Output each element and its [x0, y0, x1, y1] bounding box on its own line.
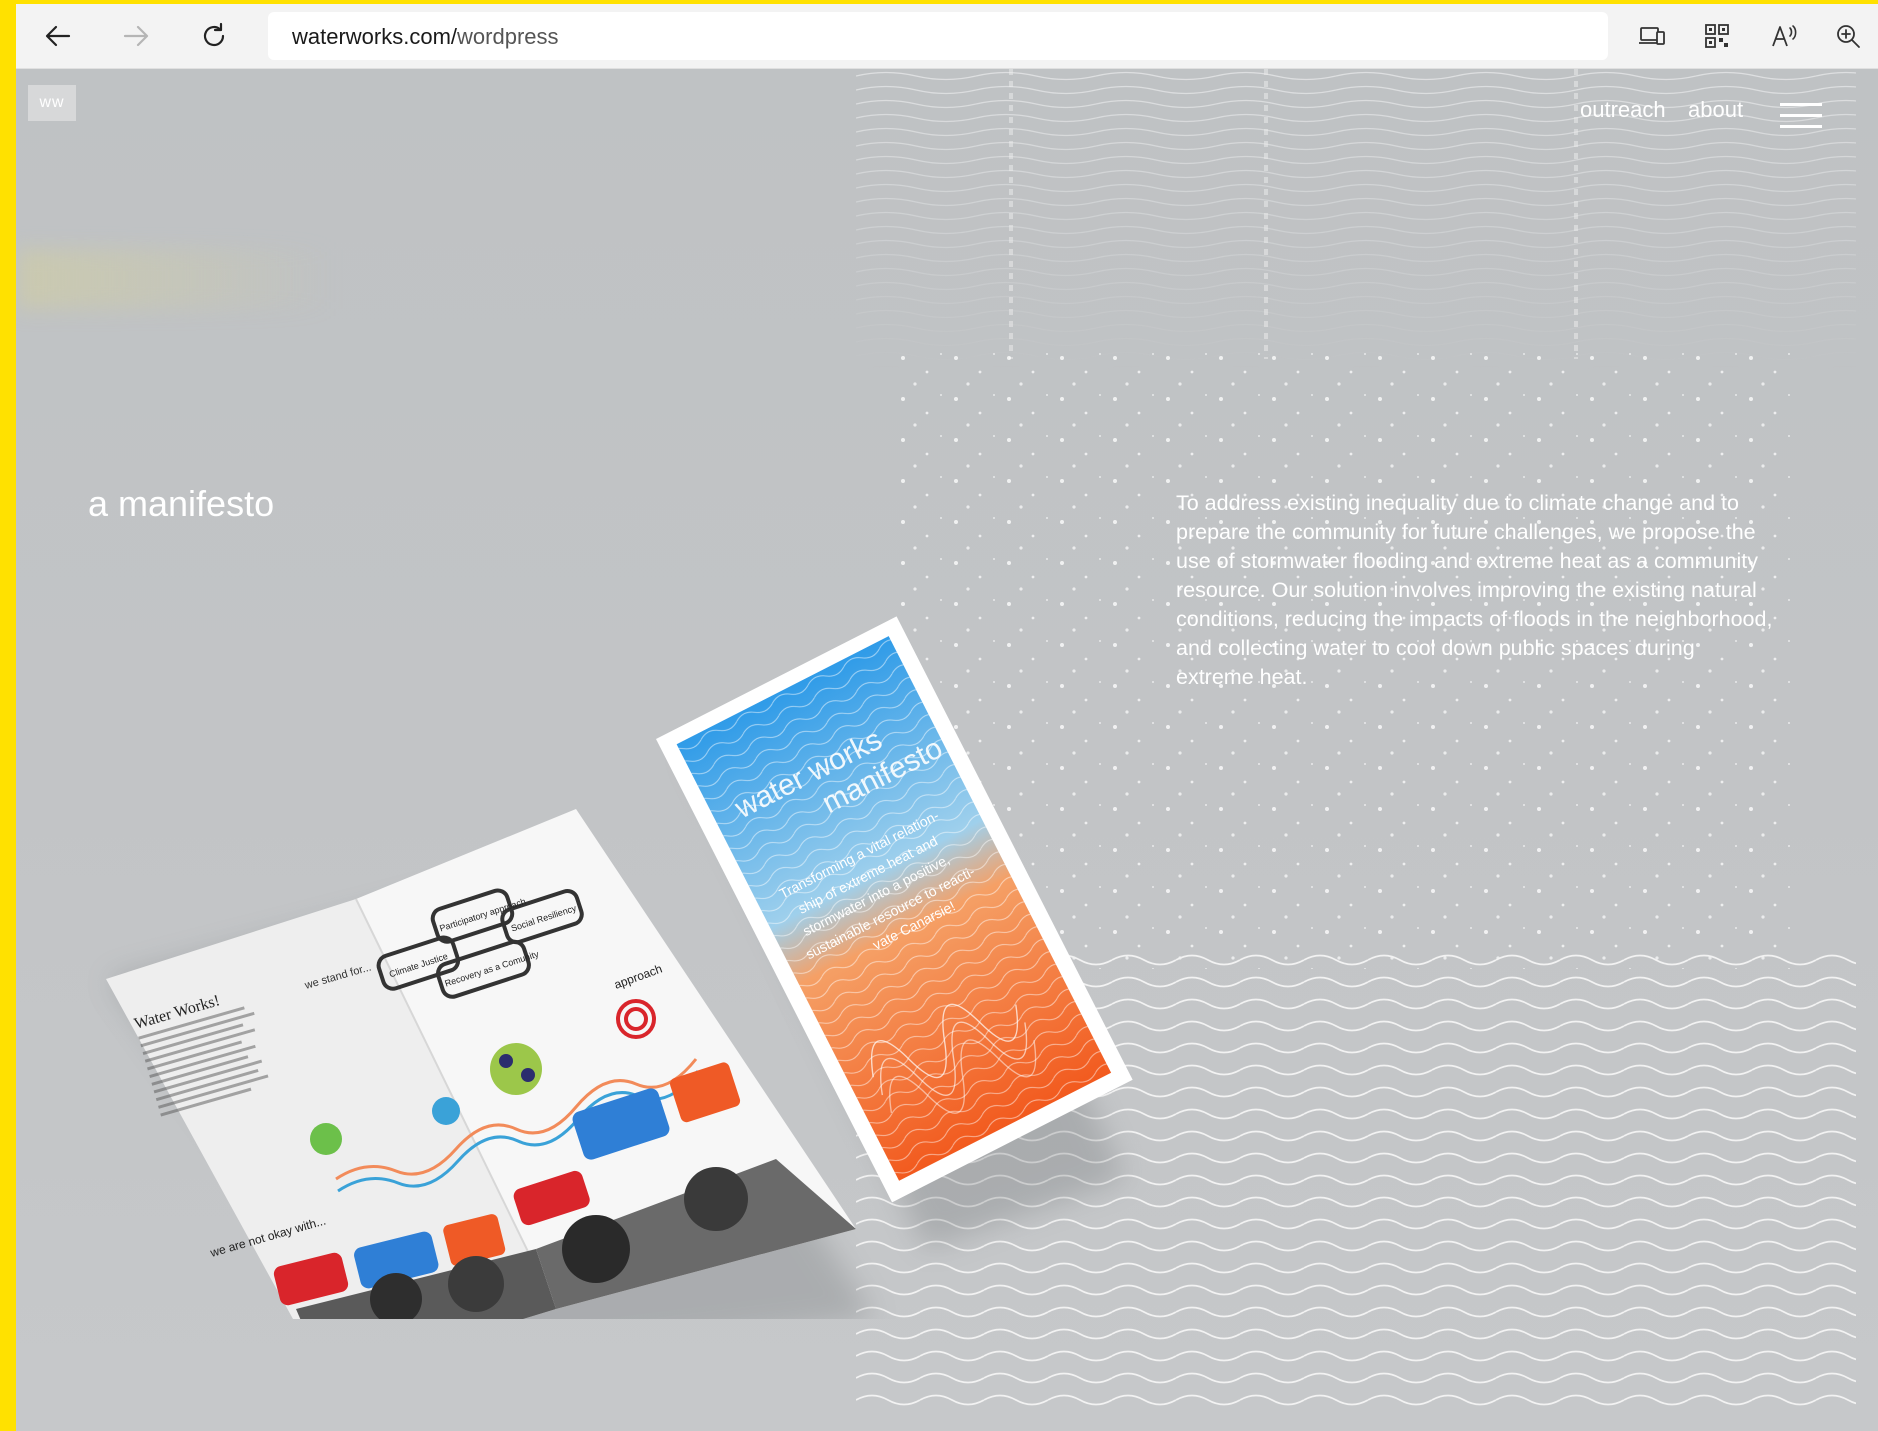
- site-logo[interactable]: ww: [28, 85, 76, 121]
- hamburger-icon-line: [1780, 114, 1822, 117]
- manifesto-paragraph: To address existing inequality due to cl…: [1176, 491, 1773, 689]
- hamburger-icon-line: [1780, 103, 1822, 106]
- url-text: waterworks.com/wordpress: [292, 24, 559, 50]
- qr-code-icon: [1705, 24, 1729, 48]
- forward-button[interactable]: [114, 14, 158, 58]
- arrow-left-icon: [45, 25, 71, 47]
- url-path: wordpress: [457, 24, 559, 49]
- decorative-glow: [16, 249, 336, 309]
- hamburger-icon-line: [1780, 125, 1822, 128]
- page-title: a manifesto: [88, 483, 275, 524]
- web-page: ww outreach about a manifesto To address…: [16, 69, 1878, 1431]
- zoom-button[interactable]: [1830, 18, 1866, 54]
- browser-toolbar: waterworks.com/wordpress: [16, 4, 1878, 69]
- zoom-in-icon: [1837, 25, 1860, 48]
- url-domain: waterworks.com/: [292, 24, 458, 49]
- arrow-right-icon: [123, 25, 149, 47]
- devices-icon: [1639, 27, 1665, 45]
- read-aloud-button[interactable]: [1766, 18, 1802, 54]
- device-view-button[interactable]: [1634, 18, 1670, 54]
- menu-button[interactable]: [1780, 101, 1822, 129]
- refresh-icon: [203, 22, 225, 47]
- address-bar[interactable]: waterworks.com/wordpress: [268, 12, 1608, 60]
- brochure-mockup-image: water works manifesto Transforming a vit…: [106, 616, 1133, 1319]
- read-aloud-icon: [1772, 25, 1797, 47]
- back-button[interactable]: [36, 14, 80, 58]
- refresh-button[interactable]: [192, 14, 236, 58]
- nav-link-outreach[interactable]: outreach: [1580, 97, 1666, 123]
- nav-link-about[interactable]: about: [1688, 97, 1743, 123]
- browser-window: waterworks.com/wordpress ww outreach abo…: [16, 4, 1878, 1431]
- qr-code-button[interactable]: [1699, 18, 1735, 54]
